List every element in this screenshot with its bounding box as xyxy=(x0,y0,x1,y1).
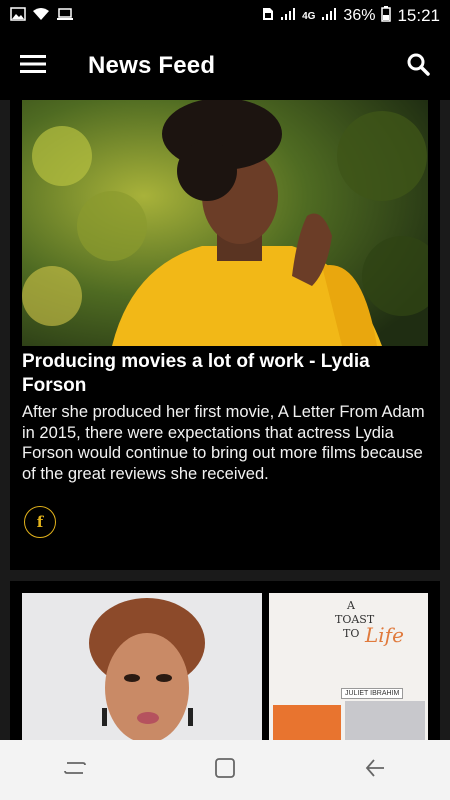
facebook-icon: f xyxy=(36,513,44,531)
book-title-script: Life xyxy=(365,623,404,647)
book-cover-image[interactable]: A TOAST TO Life JULIET IBRAHIM xyxy=(269,593,428,740)
article-card[interactable]: A TOAST TO Life JULIET IBRAHIM xyxy=(10,581,440,740)
battery-icon xyxy=(381,5,392,27)
clock: 15:21 xyxy=(397,6,440,25)
page-title: News Feed xyxy=(88,52,216,79)
laptop-icon xyxy=(56,7,74,26)
article-card[interactable]: Producing movies a lot of work - Lydia F… xyxy=(10,100,440,570)
search-icon[interactable] xyxy=(406,52,430,81)
home-button[interactable] xyxy=(195,740,255,800)
system-nav-bar xyxy=(0,740,450,800)
news-feed-list[interactable]: Producing movies a lot of work - Lydia F… xyxy=(0,100,450,740)
hamburger-menu-icon[interactable] xyxy=(20,54,46,79)
signal-icon xyxy=(280,7,296,26)
sim-icon xyxy=(262,7,274,26)
article-image[interactable] xyxy=(22,100,428,346)
recent-apps-icon xyxy=(64,757,86,784)
back-button[interactable] xyxy=(345,740,405,800)
wifi-icon xyxy=(32,7,50,26)
recent-apps-button[interactable] xyxy=(45,740,105,800)
book-cover-photo xyxy=(345,701,425,740)
home-icon xyxy=(214,757,236,784)
book-author: JULIET IBRAHIM xyxy=(341,688,404,699)
facebook-share-button[interactable]: f xyxy=(24,506,56,538)
article-image[interactable] xyxy=(22,593,262,740)
book-cover-orange xyxy=(273,705,341,740)
gallery-icon xyxy=(10,6,26,26)
signal-icon-2 xyxy=(321,7,337,26)
network-type: 4G xyxy=(302,10,316,22)
article-headline[interactable]: Producing movies a lot of work - Lydia F… xyxy=(22,350,428,398)
battery-percent: 36% xyxy=(343,7,376,24)
article-summary: After she produced her first movie, A Le… xyxy=(22,403,425,483)
status-bar: 4G 36% 15:21 xyxy=(0,0,450,32)
app-bar: News Feed xyxy=(0,32,450,100)
back-arrow-icon xyxy=(364,757,386,784)
